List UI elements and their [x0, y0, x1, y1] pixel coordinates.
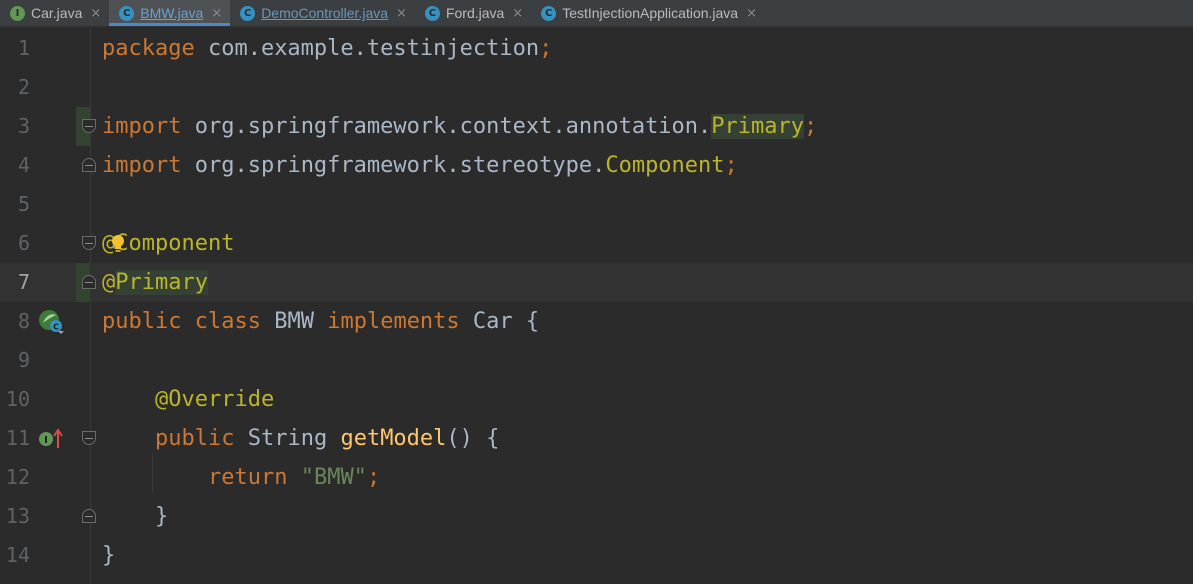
line-number: 14 — [5, 543, 30, 567]
editor-tab-bar: I Car.java × C BMW.java × C DemoControll… — [0, 0, 1193, 27]
tab-label: BMW.java — [140, 5, 204, 21]
line-number: 2 — [17, 75, 30, 99]
code-line[interactable]: 6 @Component — [0, 224, 1193, 263]
code-line[interactable]: 11 I public String getModel() { — [0, 419, 1193, 458]
tab-car-java[interactable]: I Car.java × — [0, 0, 109, 26]
code-line[interactable]: 3 import org.springframework.context.ann… — [0, 107, 1193, 146]
line-number: 1 — [17, 36, 30, 60]
spring-boot-class-icon: C — [541, 5, 557, 21]
tab-bmw-java[interactable]: C BMW.java × — [109, 0, 231, 26]
tab-democontroller-java[interactable]: C DemoController.java × — [230, 0, 415, 26]
code-line[interactable]: 14 } — [0, 536, 1193, 575]
tab-label: TestInjectionApplication.java — [562, 5, 739, 21]
code-line[interactable]: 9 — [0, 341, 1193, 380]
svg-text:I: I — [44, 435, 48, 446]
code-text: public String getModel() { — [154, 426, 500, 451]
class-icon: C — [119, 5, 135, 21]
spring-bean-icon[interactable]: C — [38, 309, 66, 335]
code-line[interactable]: 1 package com.example.testinjection; — [0, 29, 1193, 68]
code-text: @Override — [154, 387, 275, 412]
code-text: return "BMW"; — [207, 465, 381, 490]
code-text: public class BMW implements Car { — [102, 309, 540, 334]
line-number: 13 — [5, 504, 30, 528]
fold-end-icon[interactable] — [82, 158, 96, 172]
code-line[interactable]: 13 } — [0, 497, 1193, 536]
code-line[interactable]: 10 @Override — [0, 380, 1193, 419]
code-line[interactable]: 5 — [0, 185, 1193, 224]
line-number: 8 — [17, 309, 30, 333]
svg-text:C: C — [53, 323, 59, 332]
fold-collapse-icon[interactable] — [82, 431, 96, 445]
close-icon[interactable]: × — [746, 6, 757, 21]
lightbulb-icon[interactable] — [111, 234, 125, 254]
line-number: 4 — [17, 153, 30, 177]
line-number: 3 — [17, 114, 30, 138]
code-text: @Primary — [102, 270, 208, 295]
line-number: 12 — [5, 465, 30, 489]
implements-method-icon[interactable]: I — [38, 428, 66, 450]
close-icon[interactable]: × — [396, 6, 407, 21]
close-icon[interactable]: × — [90, 6, 101, 21]
line-number: 11 — [5, 426, 30, 450]
class-icon: C — [424, 5, 440, 21]
fold-end-icon[interactable] — [82, 275, 96, 289]
line-number: 7 — [17, 270, 30, 294]
line-number: 6 — [17, 231, 30, 255]
tab-testinjectionapplication-java[interactable]: C TestInjectionApplication.java × — [531, 0, 765, 26]
code-line[interactable]: 4 import org.springframework.stereotype.… — [0, 146, 1193, 185]
close-icon[interactable]: × — [512, 6, 523, 21]
fold-collapse-icon[interactable] — [82, 236, 96, 250]
code-text: } — [102, 543, 116, 568]
code-text: } — [154, 504, 169, 529]
fold-end-icon[interactable] — [82, 509, 96, 523]
tab-label: Car.java — [31, 5, 83, 21]
code-editor[interactable]: 1 package com.example.testinjection; 2 3… — [0, 27, 1193, 584]
fold-collapse-icon[interactable] — [82, 119, 96, 133]
close-icon[interactable]: × — [211, 6, 222, 21]
class-icon: C — [240, 5, 256, 21]
tab-label: Ford.java — [445, 5, 505, 21]
code-line[interactable]: 2 — [0, 68, 1193, 107]
tab-label: DemoController.java — [261, 5, 389, 21]
code-line[interactable]: 12 return "BMW"; — [0, 458, 1193, 497]
code-text: package com.example.testinjection; — [102, 36, 553, 61]
line-number: 10 — [5, 387, 30, 411]
code-line[interactable]: 8 C public class BMW implements Car { — [0, 302, 1193, 341]
code-text: import org.springframework.stereotype.Co… — [102, 153, 738, 178]
line-number: 9 — [17, 348, 30, 372]
interface-icon: I — [10, 5, 25, 21]
line-number: 5 — [17, 192, 30, 216]
tab-ford-java[interactable]: C Ford.java × — [415, 0, 531, 26]
code-text: import org.springframework.context.annot… — [102, 114, 818, 139]
code-line-current[interactable]: 7 @Primary — [0, 263, 1193, 302]
